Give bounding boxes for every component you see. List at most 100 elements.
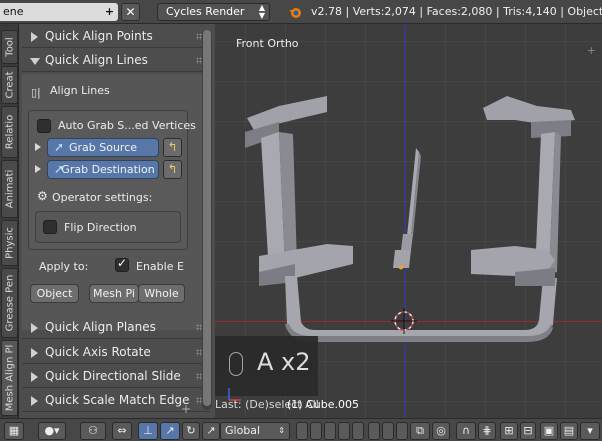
snap-target-icon[interactable]: ⊞ xyxy=(500,422,518,440)
panel-quick-axis-rotate[interactable]: Quick Axis Rotate xyxy=(22,341,210,364)
shelf-scrollbar-thumb[interactable] xyxy=(203,30,211,406)
layer-button[interactable] xyxy=(368,422,380,440)
apply-whole-mesh-button[interactable]: Whole xyxy=(138,284,185,303)
tab-label: Mesh Align Pl xyxy=(4,344,15,412)
blender-logo-icon xyxy=(289,8,301,18)
apply-mesh-piece-button[interactable]: Mesh Pi xyxy=(89,284,139,303)
collapsed-triangle-icon xyxy=(31,396,38,406)
view-menu-icon[interactable]: ▦ xyxy=(4,422,24,440)
render-engine-select[interactable]: Cycles Render ▲ ▼ xyxy=(157,3,270,21)
scene-stats: v2.78 | Verts:2,074 | Faces:2,080 | Tris… xyxy=(311,5,602,18)
collapsed-triangle-icon xyxy=(31,323,38,333)
lock-layers-icon[interactable]: ⧉ xyxy=(410,422,430,440)
enable-e-checkbox[interactable] xyxy=(115,256,129,272)
auto-grab-label: Auto Grab S...ed Vertices xyxy=(58,119,196,132)
grab-destination-label: Grab Destination xyxy=(61,163,155,176)
operator-settings-label: Operator settings: xyxy=(52,191,153,204)
panel-quick-align-planes[interactable]: Quick Align Planes xyxy=(22,316,210,339)
layer-button[interactable] xyxy=(324,422,336,440)
panel-title: Quick Axis Rotate xyxy=(45,345,151,359)
expanded-triangle-icon xyxy=(30,58,40,65)
overflow-icon[interactable]: ▾ xyxy=(580,422,600,440)
pick-source-icon[interactable]: ↰ xyxy=(163,138,182,157)
panel-quick-align-points[interactable]: Quick Align Points xyxy=(22,25,210,48)
proportional-edit-icon[interactable]: ◎ xyxy=(432,422,450,440)
3d-viewport[interactable]: Front Ortho + A x2 Last: (De)select All … xyxy=(215,24,602,418)
pivot-point-icon[interactable]: ⚇ xyxy=(80,422,106,440)
tab-tool[interactable]: Tool xyxy=(1,30,18,64)
translate-manipulator-icon[interactable]: ↗ xyxy=(160,422,180,440)
updown-arrows-icon: ▲ ▼ xyxy=(258,3,265,20)
tab-label: Tool xyxy=(4,37,15,57)
grab-arrow-icon: ➚ xyxy=(53,162,65,176)
tab-grease-pencil[interactable]: Grease Pen xyxy=(1,268,18,338)
snap-magnet-icon[interactable]: ∩ xyxy=(456,422,476,440)
align-lines-icon: ▯| xyxy=(31,86,41,99)
gear-icon: ⚙ xyxy=(37,189,48,203)
rotate-manipulator-icon[interactable]: ↻ xyxy=(182,422,200,440)
align-lines-settings-box: Auto Grab S...ed Vertices ➚ Grab Source … xyxy=(28,110,196,250)
align-lines-heading: Align Lines xyxy=(50,84,110,97)
tab-label: Creat xyxy=(4,71,15,99)
tool-shelf: Quick Align Points Quick Align Lines ▯| … xyxy=(19,24,215,418)
render-engine-label: Cycles Render xyxy=(166,5,245,18)
tab-mesh-align-plus[interactable]: Mesh Align Pl xyxy=(1,340,18,416)
transform-orientation-select[interactable]: Global ⇕ xyxy=(220,422,290,440)
shelf-scrollbar[interactable] xyxy=(202,30,212,410)
opengl-animation-icon[interactable]: ▤ xyxy=(560,422,578,440)
plus-icon[interactable]: + xyxy=(101,3,118,21)
close-icon[interactable]: ✕ xyxy=(121,3,140,21)
viewport-header: ▦ ●▾ ⚇ ⇔ ⊥ ↗ ↻ ↗ Global ⇕ ⧉ ◎ ∩ ⋕ ⊞ ⊟ ▣ … xyxy=(0,418,602,441)
viewport-shading-icon[interactable]: ●▾ xyxy=(38,422,66,440)
opengl-render-icon[interactable]: ▣ xyxy=(540,422,558,440)
enable-e-label: Enable E xyxy=(136,260,184,273)
quick-align-lines-body: ▯| Align Lines Auto Grab S...ed Vertices… xyxy=(22,74,210,330)
tab-label: Physic xyxy=(4,227,15,259)
flip-direction-checkbox[interactable] xyxy=(43,220,57,234)
toolshelf-tabs: Tool Creat Relatio Animati Physic Grease… xyxy=(0,24,19,418)
expand-source-triangle-icon[interactable] xyxy=(35,143,41,151)
tab-create[interactable]: Creat xyxy=(1,66,18,104)
tab-label: Grease Pen xyxy=(4,274,15,332)
layer-button[interactable] xyxy=(352,422,364,440)
active-object-label: (1) Cube.005 xyxy=(287,398,359,411)
collapsed-triangle-icon xyxy=(31,32,38,42)
scale-manipulator-icon[interactable]: ↗ xyxy=(202,422,220,440)
layer-button[interactable] xyxy=(338,422,350,440)
key-display-label: A x2 xyxy=(257,348,311,376)
grab-destination-button[interactable]: ➚ Grab Destination xyxy=(47,160,159,179)
plus-icon[interactable]: + xyxy=(181,402,191,416)
panel-title: Quick Align Points xyxy=(45,29,153,43)
grab-arrow-icon: ➚ xyxy=(53,140,65,154)
snap-element-icon[interactable]: ⋕ xyxy=(478,422,496,440)
tab-label: Animati xyxy=(4,169,15,209)
collapsed-triangle-icon xyxy=(31,372,38,382)
tab-physics[interactable]: Physic xyxy=(1,220,18,266)
layer-button[interactable] xyxy=(396,422,408,440)
panel-title: Quick Align Planes xyxy=(45,320,156,334)
flip-direction-label: Flip Direction xyxy=(64,221,137,234)
expand-destination-triangle-icon[interactable] xyxy=(35,165,41,173)
tab-label: Relatio xyxy=(4,114,15,150)
orientation-label: Global xyxy=(225,424,261,437)
apply-to-label: Apply to: xyxy=(39,260,89,273)
flip-direction-box: Flip Direction xyxy=(35,211,181,243)
auto-grab-checkbox[interactable] xyxy=(37,119,51,133)
pick-destination-icon[interactable]: ↰ xyxy=(163,160,182,179)
apply-object-button[interactable]: Object xyxy=(30,284,79,303)
layer-button[interactable] xyxy=(296,422,308,440)
grab-source-button[interactable]: ➚ Grab Source xyxy=(47,138,159,157)
layer-button[interactable] xyxy=(310,422,322,440)
tab-relations[interactable]: Relatio xyxy=(1,106,18,158)
grab-source-label: Grab Source xyxy=(68,141,138,154)
manipulator-toggle-icon[interactable]: ⊥ xyxy=(138,422,158,440)
layer-button[interactable] xyxy=(382,422,394,440)
snap-align-icon[interactable]: ⊟ xyxy=(520,422,536,440)
panel-title: Quick Scale Match Edge xyxy=(45,393,190,407)
updown-arrows-icon: ⇕ xyxy=(278,426,285,435)
transform-icon[interactable]: ⇔ xyxy=(112,422,132,440)
panel-title: Quick Align Lines xyxy=(45,53,148,67)
panel-quick-align-lines[interactable]: Quick Align Lines xyxy=(22,49,210,72)
tab-animation[interactable]: Animati xyxy=(1,160,18,218)
panel-quick-directional-slide[interactable]: Quick Directional Slide xyxy=(22,365,210,388)
